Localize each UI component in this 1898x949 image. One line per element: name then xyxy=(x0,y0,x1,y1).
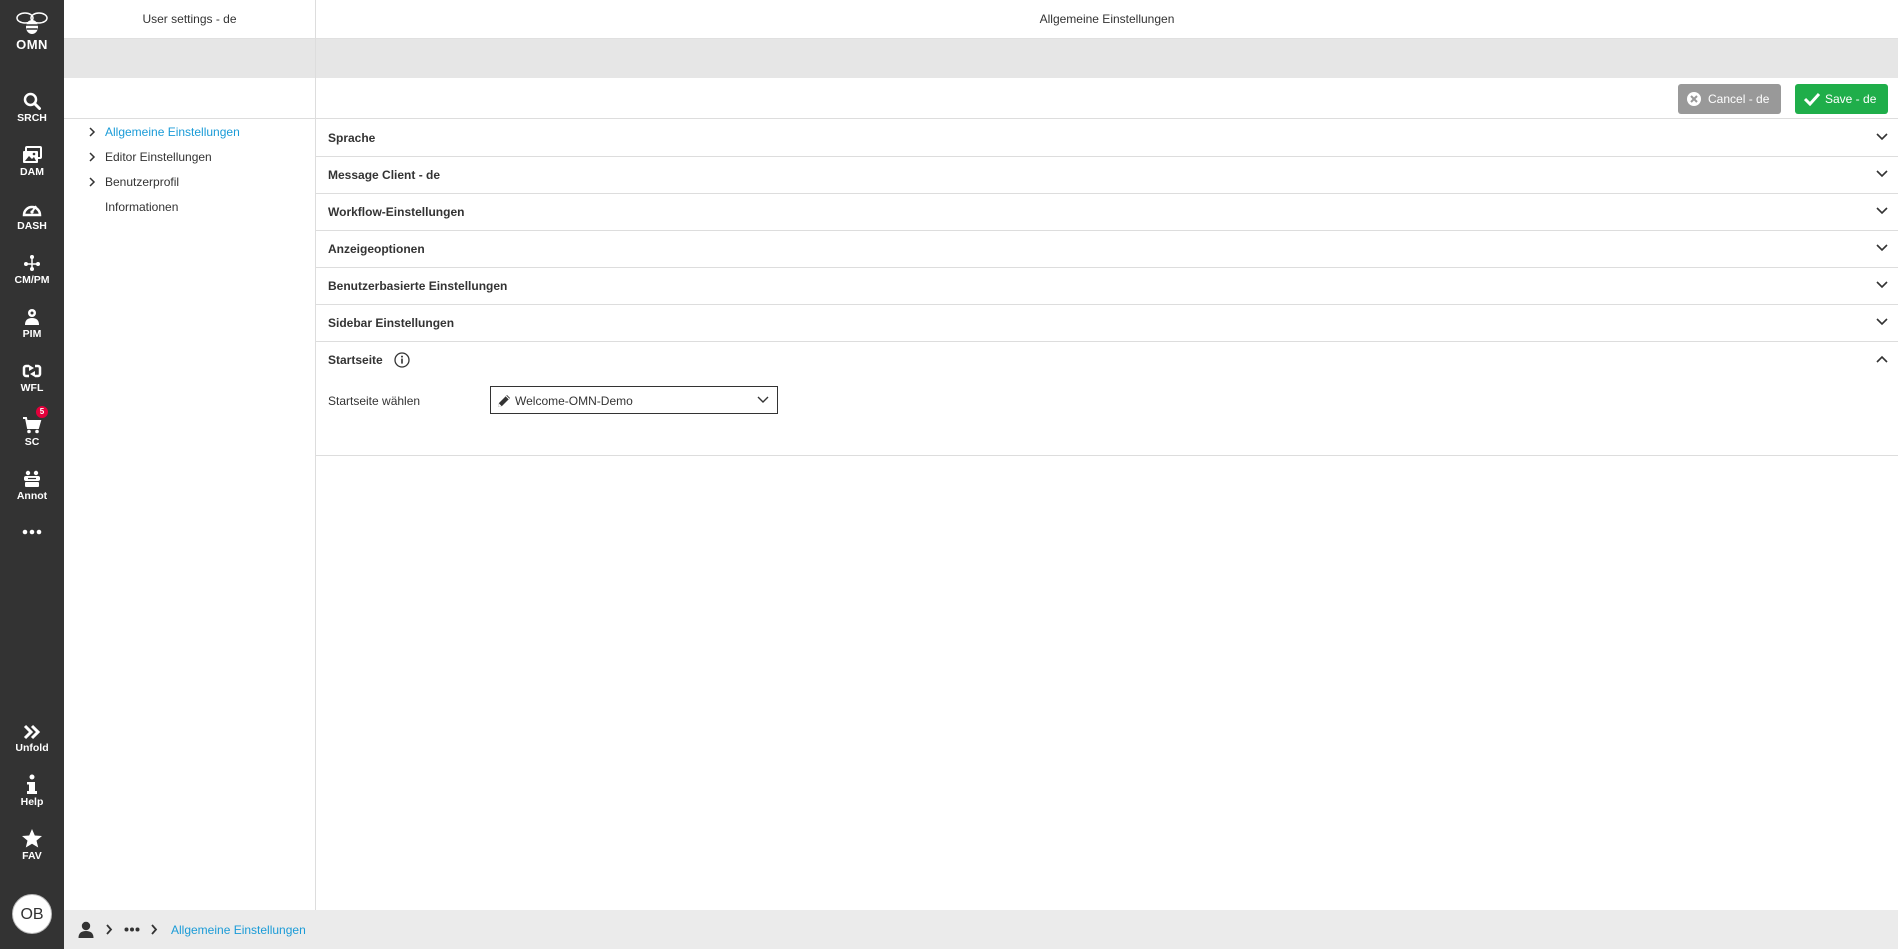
rail-label-help: Help xyxy=(20,796,44,808)
info-icon xyxy=(27,774,37,794)
check-icon xyxy=(1804,92,1820,106)
panel-toolbar xyxy=(64,79,315,119)
breadcrumb-current[interactable]: Allgemeine Einstellungen xyxy=(171,923,306,937)
bee-logo-icon xyxy=(16,12,48,34)
tree-item-benutzerprofil[interactable]: Benutzerprofil xyxy=(64,174,315,199)
save-label: Save - de xyxy=(1825,92,1877,106)
rail-item-dam[interactable]: DAM xyxy=(0,138,64,188)
network-icon xyxy=(24,255,40,271)
section-sidebar-einstellungen[interactable]: Sidebar Einstellungen xyxy=(316,304,1898,342)
rail-more-button[interactable] xyxy=(0,524,64,548)
rail-item-sc[interactable]: SC 5 xyxy=(0,406,64,458)
chevron-right-icon xyxy=(151,924,158,935)
user-icon[interactable] xyxy=(78,921,94,938)
save-button[interactable]: Save - de xyxy=(1795,84,1888,114)
tree-item-label: Allgemeine Einstellungen xyxy=(105,125,240,139)
rail-item-annot[interactable]: Annot xyxy=(0,462,64,512)
section-title: Sidebar Einstellungen xyxy=(328,316,455,330)
rail-label-unfold: Unfold xyxy=(15,742,49,754)
section-title: Workflow-Einstellungen xyxy=(328,205,465,219)
more-icon xyxy=(22,529,42,535)
rail-label-cmpm: CM/PM xyxy=(14,274,50,286)
omn-logo[interactable]: OMN xyxy=(0,10,64,52)
tree-item-allgemeine-einstellungen[interactable]: Allgemeine Einstellungen xyxy=(64,124,315,149)
startseite-select[interactable]: Welcome-OMN-Demo xyxy=(490,386,778,414)
settings-tree: Allgemeine Einstellungen Editor Einstell… xyxy=(64,124,315,224)
rail-item-cmpm[interactable]: CM/PM xyxy=(0,246,64,296)
chevron-right-icon[interactable] xyxy=(88,152,96,162)
section-anzeigeoptionen[interactable]: Anzeigeoptionen xyxy=(316,230,1898,268)
cancel-icon xyxy=(1687,92,1701,106)
chevron-right-icon[interactable] xyxy=(88,177,96,187)
rail-label-annot: Annot xyxy=(16,490,48,502)
section-message-client[interactable]: Message Client - de xyxy=(316,156,1898,194)
user-avatar[interactable]: OB xyxy=(12,894,52,934)
rail-label-dash: DASH xyxy=(17,220,47,232)
search-icon xyxy=(23,92,41,110)
tree-item-label: Editor Einstellungen xyxy=(105,150,212,164)
images-icon xyxy=(23,146,42,163)
rail-label-search: SRCH xyxy=(17,112,47,124)
annotation-icon xyxy=(24,470,40,487)
chevron-down-icon xyxy=(1876,170,1888,178)
rail-item-fav[interactable]: FAV xyxy=(0,822,64,872)
rail-item-unfold[interactable]: Unfold xyxy=(0,714,64,764)
tree-item-editor-einstellungen[interactable]: Editor Einstellungen xyxy=(64,149,315,174)
app-rail: OMN SRCH DAM DASH CM/PM PIM WFL SC 5 Ann… xyxy=(0,0,64,949)
tree-item-informationen[interactable]: Informationen xyxy=(64,199,315,224)
rail-item-help[interactable]: Help xyxy=(0,768,64,818)
rail-label-wfl: WFL xyxy=(20,382,44,394)
action-toolbar: Cancel - de Save - de xyxy=(316,79,1898,119)
chevron-up-icon xyxy=(1876,355,1888,363)
breadcrumb-bar: Allgemeine Einstellungen xyxy=(64,910,1898,949)
cart-count-badge: 5 xyxy=(36,406,48,418)
chevron-right-icon[interactable] xyxy=(88,127,96,137)
chevron-right-icon xyxy=(106,924,113,935)
section-title: Sprache xyxy=(328,131,376,145)
section-workflow-einstellungen[interactable]: Workflow-Einstellungen xyxy=(316,193,1898,231)
workflow-icon xyxy=(22,363,42,379)
section-startseite[interactable]: Startseite xyxy=(316,341,1898,378)
page-title: Allgemeine Einstellungen xyxy=(316,0,1898,39)
chevron-down-icon xyxy=(1876,281,1888,289)
settings-main: Allgemeine Einstellungen Cancel - de Sav… xyxy=(316,0,1898,910)
chevron-down-icon xyxy=(757,396,769,403)
rail-label-pim: PIM xyxy=(22,328,42,340)
chevron-down-icon xyxy=(1876,133,1888,141)
cancel-label: Cancel - de xyxy=(1708,92,1770,106)
rail-item-pim[interactable]: PIM xyxy=(0,300,64,350)
section-sprache[interactable]: Sprache xyxy=(316,119,1898,157)
info-icon[interactable] xyxy=(394,352,410,368)
rail-item-dash[interactable]: DASH xyxy=(0,192,64,242)
rail-label-sc: SC xyxy=(24,436,40,448)
section-title: Benutzerbasierte Einstellungen xyxy=(328,279,508,293)
chevron-down-icon xyxy=(1876,244,1888,252)
startseite-selected-value: Welcome-OMN-Demo xyxy=(515,394,633,408)
cancel-button[interactable]: Cancel - de xyxy=(1678,84,1781,114)
section-title: Startseite xyxy=(328,353,383,367)
rail-item-wfl[interactable]: WFL xyxy=(0,354,64,404)
more-icon[interactable] xyxy=(124,927,140,932)
section-benutzerbasierte-einstellungen[interactable]: Benutzerbasierte Einstellungen xyxy=(316,267,1898,305)
section-title: Anzeigeoptionen xyxy=(328,242,425,256)
cart-icon xyxy=(23,417,42,434)
logo-text: OMN xyxy=(16,37,48,52)
pencil-icon xyxy=(498,395,510,407)
dashboard-icon xyxy=(22,205,42,217)
tree-item-label: Informationen xyxy=(105,200,179,214)
rail-label-dam: DAM xyxy=(20,166,44,178)
rail-item-search[interactable]: SRCH xyxy=(0,84,64,134)
tree-item-label: Benutzerprofil xyxy=(105,175,180,189)
chevron-down-icon xyxy=(1876,318,1888,326)
unfold-icon xyxy=(23,724,41,740)
chevron-down-icon xyxy=(1876,207,1888,215)
panel-title: User settings - de xyxy=(64,0,315,39)
section-title: Message Client - de xyxy=(328,168,441,182)
startseite-field-label: Startseite wählen xyxy=(328,394,421,408)
startseite-panel: Startseite wählen Welcome-OMN-Demo xyxy=(316,377,1898,456)
pim-icon xyxy=(25,309,39,325)
rail-label-fav: FAV xyxy=(22,850,42,862)
star-icon xyxy=(22,829,42,848)
settings-nav-panel: User settings - de Allgemeine Einstellun… xyxy=(64,0,316,910)
